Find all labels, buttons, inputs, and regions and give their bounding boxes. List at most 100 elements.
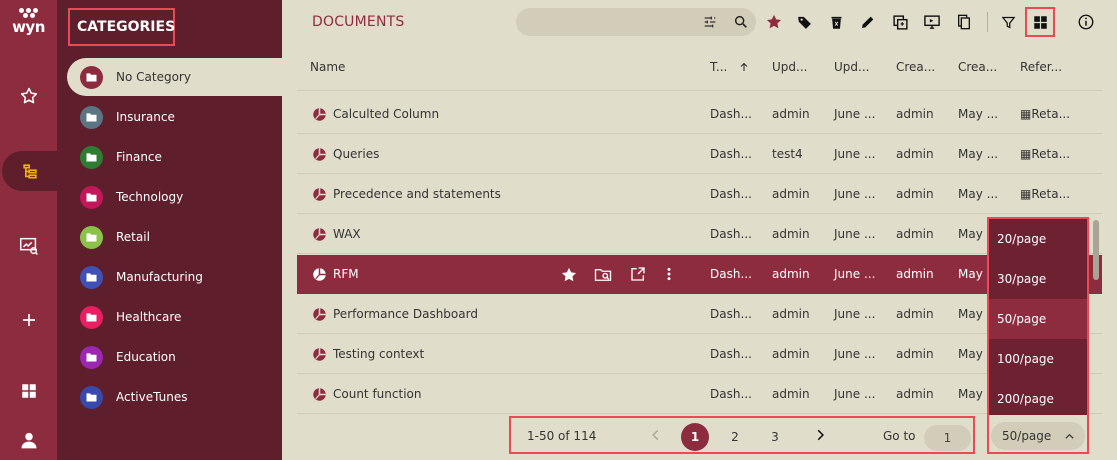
category-item[interactable]: Finance <box>67 138 282 176</box>
row-open-button[interactable] <box>630 266 646 282</box>
table-row[interactable]: Count function Dash... admin June ... admin M… <box>297 375 1102 414</box>
search-input[interactable] <box>516 8 756 36</box>
page-2-button[interactable]: 2 <box>721 423 749 451</box>
page-size-option[interactable]: 100/page <box>989 339 1087 379</box>
open-new-icon <box>631 267 645 281</box>
search-icon[interactable] <box>733 14 749 30</box>
grid-view-button[interactable] <box>1025 7 1055 37</box>
delete-button[interactable] <box>824 10 848 34</box>
category-item[interactable]: ActiveTunes <box>67 378 282 416</box>
cell-updated: June ... <box>834 187 876 201</box>
goto-page-input[interactable]: 1 <box>924 425 971 451</box>
table-row[interactable]: RFM Dash... admin June ... admin May ... <box>297 255 1102 294</box>
user-profile-button[interactable] <box>0 420 57 460</box>
folder-icon <box>80 145 103 169</box>
folder-icon <box>80 65 103 89</box>
column-header-references[interactable]: Refer... <box>1020 60 1062 74</box>
document-name: Performance Dashboard <box>333 307 478 321</box>
preview-button[interactable] <box>920 10 944 34</box>
scrollbar-thumb[interactable] <box>1093 220 1099 280</box>
cell-created: May ... <box>958 107 999 121</box>
wyn-logo[interactable]: wyn <box>0 8 57 35</box>
category-label: Healthcare <box>116 310 182 324</box>
prev-page-button[interactable] <box>649 427 663 443</box>
page-size-option[interactable]: 20/page <box>989 219 1087 259</box>
page-size-value: 50/page <box>1002 429 1052 443</box>
category-item[interactable]: Insurance <box>67 98 282 136</box>
cell-updated: June ... <box>834 347 876 361</box>
pagination: 1-50 of 114 1 2 3 Go to 1 <box>509 416 975 454</box>
table-row[interactable]: Queries Dash... test4 June ... admin May ... ▦… <box>297 135 1102 174</box>
category-label: Finance <box>116 150 162 164</box>
analysis-button[interactable] <box>0 226 57 266</box>
category-tree-icon <box>22 164 37 179</box>
category-item[interactable]: Manufacturing <box>67 258 282 296</box>
cell-updated: June ... <box>834 307 876 321</box>
row-locate-button[interactable] <box>594 266 612 284</box>
duplicate-button[interactable] <box>888 10 912 34</box>
table-row[interactable]: WAX Dash... admin June ... admin May ... <box>297 215 1102 254</box>
folder-icon <box>80 185 103 209</box>
category-label: Technology <box>116 190 184 204</box>
filter-button[interactable] <box>996 10 1020 34</box>
dashboard-icon <box>312 227 327 242</box>
column-header-created[interactable]: Crea... <box>958 60 997 74</box>
cell-created-by: admin <box>896 307 934 321</box>
page-size-option[interactable]: 50/page <box>989 299 1087 339</box>
category-item[interactable]: No Category <box>67 58 282 96</box>
categories-nav-button[interactable] <box>2 151 57 191</box>
sort-ascending-icon[interactable] <box>738 61 750 73</box>
category-item[interactable]: Healthcare <box>67 298 282 336</box>
cell-type: Dash... <box>710 107 752 121</box>
column-header-name[interactable]: Name <box>310 60 345 74</box>
cell-updated-by: admin <box>772 387 810 401</box>
chevron-up-icon <box>1065 433 1074 439</box>
category-item[interactable]: Technology <box>67 178 282 216</box>
create-button[interactable] <box>0 300 57 340</box>
page-size-selector: 20/page 30/page 50/page 100/page 200/page 50… <box>987 217 1089 454</box>
category-item[interactable]: Retail <box>67 218 282 256</box>
row-favorite-button[interactable] <box>560 266 578 284</box>
dashboard-grid-button[interactable] <box>0 371 57 411</box>
edit-button[interactable] <box>856 10 880 34</box>
document-name: WAX <box>333 227 361 241</box>
cell-updated-by: admin <box>772 187 810 201</box>
table-row[interactable]: Precedence and statements Dash... admin Jun… <box>297 175 1102 214</box>
cell-created-by: admin <box>896 107 934 121</box>
grid-icon <box>21 384 36 398</box>
category-item[interactable]: Education <box>67 338 282 376</box>
column-header-created-by[interactable]: Crea... <box>896 60 935 74</box>
page-size-option[interactable]: 200/page <box>989 379 1087 419</box>
cell-type: Dash... <box>710 307 752 321</box>
table-row[interactable]: Calculted Column Dash... admin June ... admi… <box>297 95 1102 134</box>
cell-updated: June ... <box>834 147 876 161</box>
cell-updated-by: admin <box>772 107 810 121</box>
info-button[interactable] <box>1074 10 1098 34</box>
table-row[interactable]: Performance Dashboard Dash... admin June ..… <box>297 295 1102 334</box>
folder-icon <box>80 105 103 129</box>
filter-settings-icon[interactable] <box>702 14 718 30</box>
folder-search-icon <box>594 269 612 281</box>
copy-button[interactable] <box>952 10 976 34</box>
folder-icon <box>80 305 103 329</box>
column-header-updated[interactable]: Upd... <box>834 60 869 74</box>
next-page-button[interactable] <box>813 427 827 443</box>
page-size-select[interactable]: 50/page <box>991 422 1085 450</box>
page-3-button[interactable]: 3 <box>761 423 789 451</box>
cell-created-by: admin <box>896 227 934 241</box>
app-rail: wyn <box>0 0 57 460</box>
tag-button[interactable] <box>792 10 816 34</box>
row-more-button[interactable] <box>665 266 673 282</box>
page-1-button[interactable]: 1 <box>681 423 709 451</box>
table-row[interactable]: Testing context Dash... admin June ... admin… <box>297 335 1102 374</box>
column-header-type[interactable]: T... <box>710 60 727 74</box>
column-header-updated-by[interactable]: Upd... <box>772 60 807 74</box>
cell-created-by: admin <box>896 347 934 361</box>
categories-panel: CATEGORIES No Category Insurance Finance Te… <box>57 0 282 460</box>
page-size-option[interactable]: 30/page <box>989 259 1087 299</box>
document-name: Queries <box>333 147 380 161</box>
favorites-button[interactable] <box>0 76 57 116</box>
favorite-filter-button[interactable] <box>762 10 786 34</box>
dashboard-icon <box>312 307 327 322</box>
dashboard-icon <box>312 347 327 362</box>
